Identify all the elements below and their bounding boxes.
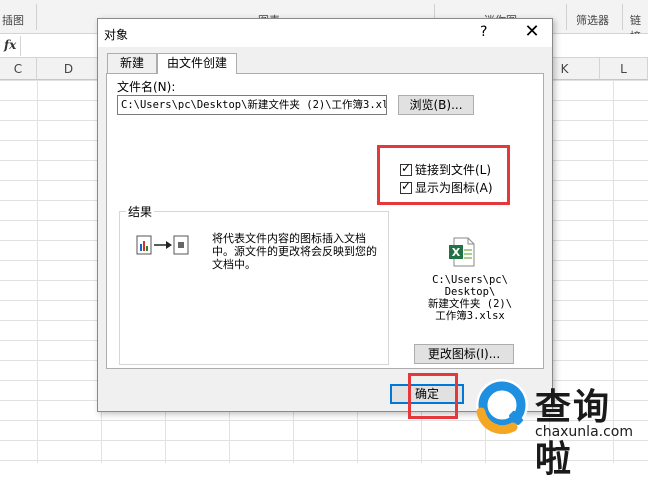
ribbon-group-filters[interactable]: 筛选器: [576, 12, 609, 28]
highlight-checkboxes: [377, 145, 510, 205]
svg-text:X: X: [452, 246, 461, 259]
icon-caption-line: 工作簿3.xlsx: [435, 310, 505, 322]
object-dialog: 对象 ? ✕ 新建 由文件创建 文件名(N): C:\Users\pc\Desk…: [97, 18, 553, 412]
column-header-c[interactable]: C: [0, 58, 37, 80]
browse-button[interactable]: 浏览(B)...: [398, 95, 474, 115]
tab-create-from-file[interactable]: 由文件创建: [157, 53, 237, 74]
dialog-title: 对象: [104, 28, 129, 42]
icon-caption-line: 新建文件夹 (2)\: [427, 298, 513, 310]
watermark-url: chaxunla.com: [535, 424, 633, 440]
watermark: 查询啦 chaxunla.com: [469, 370, 648, 480]
result-group: 结果 将代表文件内容的图标插入文档中。源文件的更改将会反映到您的文档中。: [119, 203, 389, 365]
column-header-d[interactable]: D: [37, 58, 101, 80]
insert-as-icon-illustration: [136, 235, 189, 255]
icon-caption-line: Desktop\: [444, 286, 496, 298]
magnifier-logo-icon: [476, 379, 528, 434]
ribbon-separator: [36, 4, 37, 30]
highlight-ok-button: [408, 373, 458, 419]
filename-input[interactable]: C:\Users\pc\Desktop\新建文件夹 (2)\工作簿3.xlsx: [117, 95, 387, 115]
tab-panel-from-file: 文件名(N): C:\Users\pc\Desktop\新建文件夹 (2)\工作…: [106, 73, 544, 369]
ribbon-group-illustrations[interactable]: 插图: [2, 12, 24, 28]
tab-create-new[interactable]: 新建: [107, 53, 157, 73]
column-header-l[interactable]: L: [600, 58, 648, 80]
result-label: 结果: [126, 203, 155, 220]
change-icon-button[interactable]: 更改图标(I)...: [414, 344, 514, 364]
ribbon-separator: [622, 4, 623, 30]
ribbon-separator: [566, 4, 567, 30]
filename-label: 文件名(N):: [117, 80, 176, 94]
icon-caption: C:\Users\pc\ Desktop\ 新建文件夹 (2)\ 工作簿3.xl…: [415, 274, 525, 322]
formula-separator: [20, 36, 21, 56]
help-button[interactable]: ?: [480, 24, 487, 40]
result-description: 将代表文件内容的图标插入文档中。源文件的更改将会反映到您的文档中。: [212, 232, 377, 271]
close-button[interactable]: ✕: [518, 21, 546, 43]
icon-caption-line: C:\Users\pc\: [432, 274, 508, 286]
excel-file-icon: X: [449, 237, 475, 267]
function-icon[interactable]: fx: [4, 38, 16, 52]
dialog-titlebar[interactable]: 对象 ? ✕: [98, 19, 552, 47]
